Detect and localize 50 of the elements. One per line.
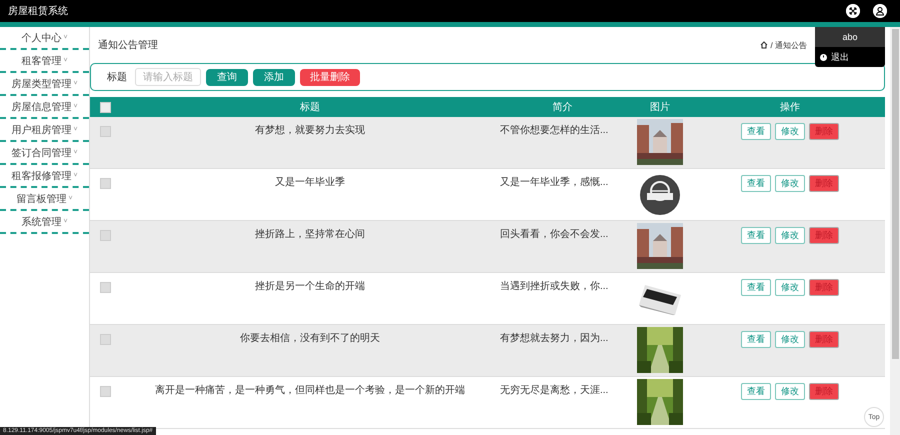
username: abo [815, 27, 885, 47]
table-cell: 挫折路上，坚持常在心间 [255, 229, 365, 240]
table-cell: 又是一年毕业季 [275, 177, 345, 188]
table-cell: 无穷无尽是离愁，天涯... [500, 385, 608, 396]
edit-button[interactable]: 修改 [775, 279, 805, 296]
menu-item[interactable]: 退出 [815, 47, 885, 67]
table-cell: 又是一年毕业季，感慨... [500, 177, 608, 188]
fullscreen-icon[interactable] [846, 4, 860, 18]
checkbox[interactable] [100, 282, 111, 293]
view-button[interactable]: 查看 [741, 383, 771, 400]
column-header: 标题 [299, 100, 321, 114]
table-cell: 当遇到挫折或失败，你... [500, 281, 608, 292]
table-cell: 离开是一种痛苦，是一种勇气，但同样也是一个考验，是一个新的开端 [155, 385, 465, 396]
table-cell: 不管你想要怎样的生活... [500, 125, 608, 136]
toolbar-button[interactable]: 添加 [253, 68, 295, 86]
table-cell: 有梦想，就要努力去实现 [255, 125, 365, 136]
column-header: 操作 [779, 101, 801, 114]
checkbox[interactable] [100, 334, 111, 345]
power-icon [820, 54, 827, 60]
table-cell: 有梦想就去努力，因为... [500, 333, 608, 344]
column-header: 简介 [552, 101, 574, 114]
checkbox[interactable] [100, 386, 111, 397]
table-cell: 挫折是另一个生命的开端 [255, 281, 365, 292]
checkbox[interactable] [100, 102, 111, 112]
table-cell: 你要去相信，没有到不了的明天 [240, 333, 380, 344]
user-icon[interactable] [873, 4, 887, 18]
home-icon[interactable] [760, 41, 768, 49]
column-header: 图片 [649, 100, 671, 114]
edit-button[interactable]: 修改 [775, 175, 805, 192]
checkbox[interactable] [100, 178, 111, 189]
view-button[interactable]: 查看 [741, 279, 771, 296]
view-button[interactable]: 查看 [741, 331, 771, 348]
edit-button[interactable]: 修改 [775, 123, 805, 140]
edit-button[interactable]: 修改 [775, 227, 805, 244]
field-label: 标题 [107, 70, 127, 84]
search-field[interactable]: 请输入标题 [135, 68, 201, 86]
edit-button[interactable]: 修改 [775, 383, 805, 400]
scrollbar[interactable] [890, 27, 900, 435]
edit-button[interactable]: 修改 [775, 331, 805, 348]
batch-delete-button[interactable]: 批量删除 [300, 68, 360, 86]
view-button[interactable]: 查看 [741, 175, 771, 192]
table-cell: 回头看看，你会不会发... [500, 229, 608, 240]
view-button[interactable]: 查看 [741, 227, 771, 244]
toolbar-button[interactable]: 查询 [206, 68, 248, 86]
breadcrumb: / 通知公告 [770, 40, 807, 50]
view-button[interactable]: 查看 [741, 123, 771, 140]
page-title: 通知公告管理 [98, 38, 158, 52]
app-title: 房屋租赁系统 [8, 4, 69, 18]
checkbox[interactable] [100, 126, 111, 137]
checkbox[interactable] [100, 230, 111, 241]
